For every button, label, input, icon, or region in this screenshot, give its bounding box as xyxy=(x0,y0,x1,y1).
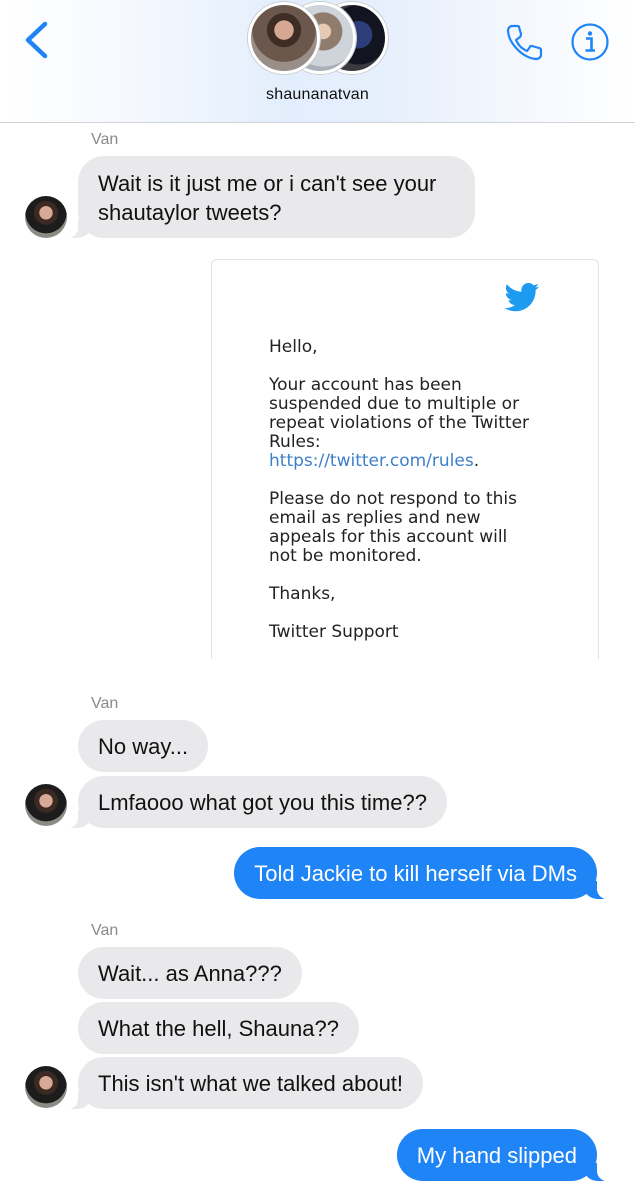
messenger-screen: shaunanatvan Van Wait is it just me or i… xyxy=(0,0,635,1200)
group-avatar-stack[interactable] xyxy=(246,1,388,75)
message-text: No way... xyxy=(98,734,189,759)
phone-icon xyxy=(506,24,543,61)
message-text: What the hell, Shauna?? xyxy=(98,1016,339,1041)
email-line: appeals for this account will xyxy=(269,527,508,547)
email-line: not be monitored. xyxy=(269,546,422,566)
email-signature: Twitter Support xyxy=(269,622,399,642)
email-line: email as replies and new xyxy=(269,508,481,528)
message-text: shautaylor tweets? xyxy=(98,200,282,225)
email-line: Your account has been xyxy=(269,375,462,395)
back-button[interactable] xyxy=(18,18,58,62)
info-icon xyxy=(571,23,609,61)
email-thanks: Thanks, xyxy=(269,584,336,604)
sender-name: Van xyxy=(91,131,119,148)
sender-avatar[interactable] xyxy=(25,1066,67,1108)
message-text: Lmfaooo what got you this time?? xyxy=(98,790,427,815)
outgoing-message-bubble[interactable]: My hand slipped xyxy=(396,1129,610,1181)
message-text: My hand slipped xyxy=(416,1143,577,1168)
email-line: suspended due to multiple or xyxy=(269,394,520,414)
sender-name: Van xyxy=(91,695,119,712)
email-greeting: Hello, xyxy=(269,337,318,357)
message-text: Wait... as Anna??? xyxy=(98,961,282,986)
sender-name: Van xyxy=(91,922,119,939)
rules-link: https://twitter.com/rules xyxy=(269,451,474,471)
call-button[interactable] xyxy=(503,20,547,64)
email-body: Hello, Your account has been suspended d… xyxy=(269,338,569,642)
message-text: This isn't what we talked about! xyxy=(98,1071,404,1096)
message-text: Wait is it just me or i can't see your xyxy=(98,171,437,196)
chevron-left-icon xyxy=(25,21,48,59)
incoming-message-bubble[interactable]: Lmfaooo what got you this time?? xyxy=(66,776,447,828)
incoming-message-bubble[interactable]: No way... xyxy=(78,720,209,772)
email-link-line: https://twitter.com/rules. xyxy=(269,452,569,471)
sender-avatar[interactable] xyxy=(25,196,67,238)
incoming-message-bubble[interactable]: Wait is it just me or i can't see your s… xyxy=(66,156,475,238)
incoming-message-bubble[interactable]: Wait... as Anna??? xyxy=(78,947,302,999)
incoming-message-bubble[interactable]: This isn't what we talked about! xyxy=(65,1057,424,1109)
message-text: Told Jackie to kill herself via DMs xyxy=(254,861,577,886)
incoming-message-bubble[interactable]: What the hell, Shauna?? xyxy=(78,1002,359,1054)
group-avatar xyxy=(248,2,320,74)
info-button[interactable] xyxy=(570,22,610,62)
chat-title[interactable]: shaunanatvan xyxy=(0,86,635,104)
chat-header: shaunanatvan xyxy=(0,0,635,123)
sender-avatar[interactable] xyxy=(25,784,67,826)
outgoing-message-bubble[interactable]: Told Jackie to kill herself via DMs xyxy=(234,847,609,899)
image-attachment[interactable]: Hello, Your account has been suspended d… xyxy=(211,259,599,659)
email-line: Rules: xyxy=(269,432,321,452)
email-line: Please do not respond to this xyxy=(269,489,517,509)
link-suffix: . xyxy=(473,451,480,471)
twitter-bird-icon xyxy=(504,283,539,312)
email-line: repeat violations of the Twitter xyxy=(269,413,530,433)
